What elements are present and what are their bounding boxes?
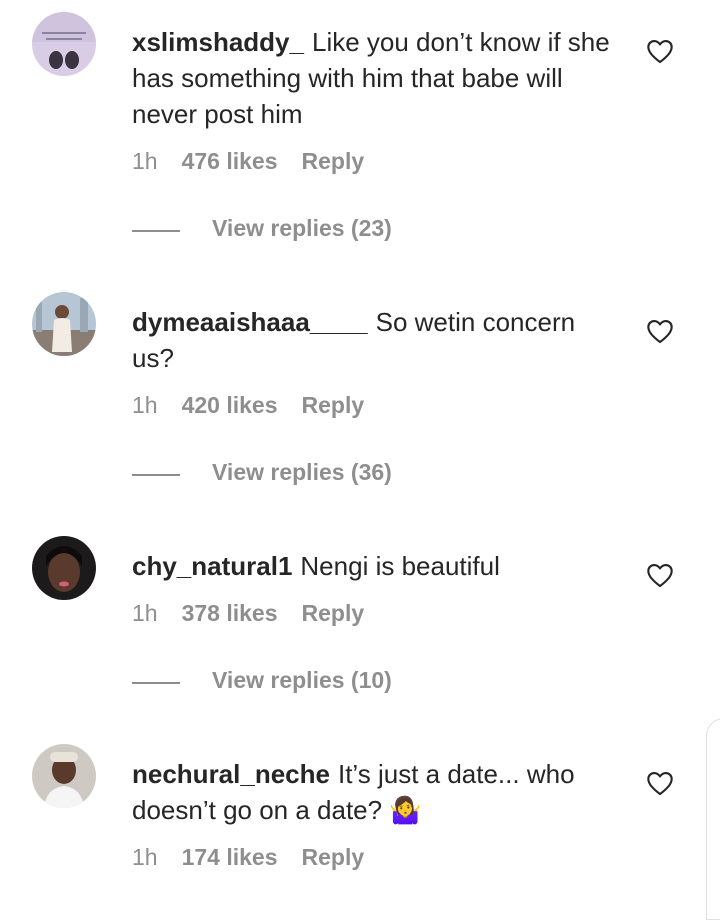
view-replies-label: View replies (23) [212,215,392,241]
heart-outline-icon[interactable] [646,770,674,796]
reply-button[interactable]: Reply [302,844,365,871]
reply-button[interactable]: Reply [302,600,365,627]
comment-username[interactable]: xslimshaddy_ [132,27,304,57]
comment-username[interactable]: chy_natural1 [132,551,292,581]
comment-text: chy_natural1 Nengi is beautiful [132,548,612,584]
view-replies-button[interactable]: View replies (36) [132,459,432,489]
overlay-card-edge [706,718,720,920]
avatar[interactable] [32,744,96,808]
view-replies-label: View replies (10) [212,667,392,693]
heart-outline-icon[interactable] [646,562,674,588]
avatar[interactable] [32,12,96,76]
likes-count[interactable]: 420 likes [182,392,278,419]
comment-meta: 1h 420 likes Reply [132,392,364,419]
comment-time: 1h [132,844,158,870]
avatar[interactable] [32,536,96,600]
view-replies-button[interactable]: View replies (23) [132,215,432,245]
reply-button[interactable]: Reply [302,148,365,175]
divider-line [132,230,180,232]
divider-line [132,682,180,684]
comment-time: 1h [132,392,158,418]
likes-count[interactable]: 174 likes [182,844,278,871]
comment-time: 1h [132,148,158,174]
comment-text: nechural_neche It’s just a date... who do… [132,756,612,828]
heart-outline-icon[interactable] [646,38,674,64]
comment-body: Nengi is beautiful [300,551,500,581]
reply-button[interactable]: Reply [302,392,365,419]
comment-username[interactable]: nechural_neche [132,759,330,789]
divider-line [132,474,180,476]
comment-username[interactable]: dymeaaishaaa____ [132,307,368,337]
comment-meta: 1h 476 likes Reply [132,148,364,175]
heart-outline-icon[interactable] [646,318,674,344]
comment-text: xslimshaddy_ Like you don’t know if she h… [132,24,612,132]
view-replies-label: View replies (36) [212,459,392,485]
comment-meta: 1h 174 likes Reply [132,844,364,871]
likes-count[interactable]: 476 likes [182,148,278,175]
comment-meta: 1h 378 likes Reply [132,600,364,627]
comment-time: 1h [132,600,158,626]
view-replies-button[interactable]: View replies (10) [132,667,432,697]
avatar[interactable] [32,292,96,356]
comment-text: dymeaaishaaa____ So wetin concern us? [132,304,612,376]
likes-count[interactable]: 378 likes [182,600,278,627]
